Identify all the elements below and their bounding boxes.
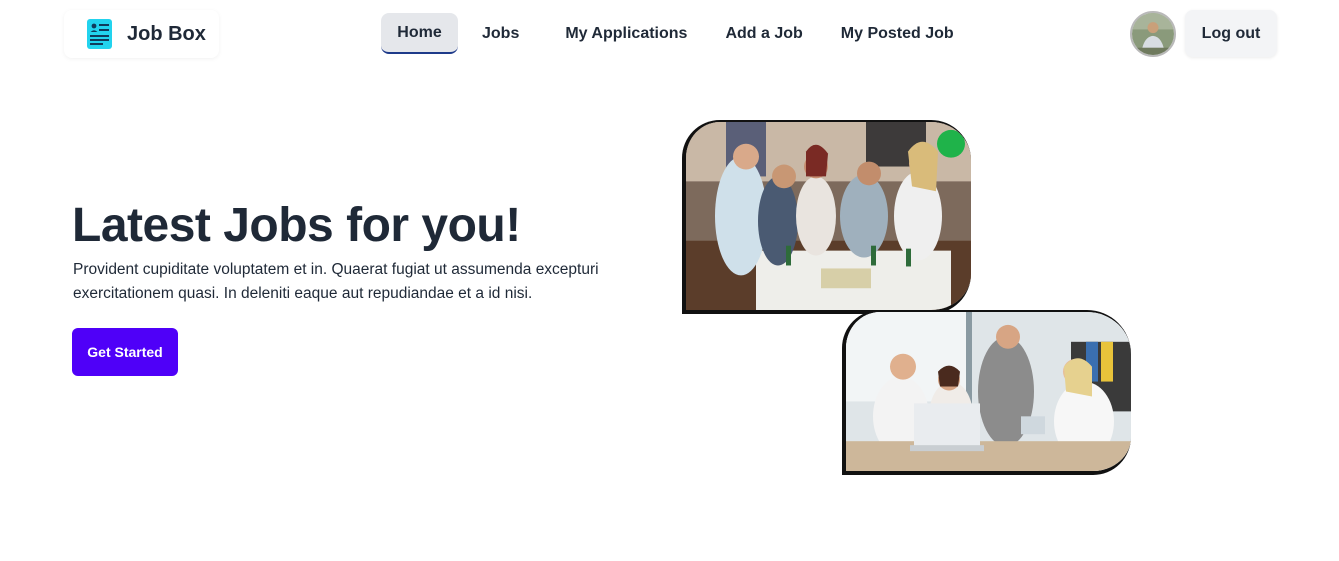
document-icon bbox=[87, 19, 112, 49]
nav-my-applications[interactable]: My Applications bbox=[549, 13, 703, 54]
user-avatar[interactable] bbox=[1130, 11, 1176, 57]
logout-button[interactable]: Log out bbox=[1185, 10, 1277, 57]
avatar-image bbox=[1132, 13, 1174, 55]
nav-jobs[interactable]: Jobs bbox=[466, 13, 535, 54]
hero-title: Latest Jobs for you! bbox=[72, 199, 521, 252]
main-nav: Home Jobs My Applications Add a Job My P… bbox=[381, 13, 978, 54]
brand-name: Job Box bbox=[127, 22, 206, 45]
hero-description: Provident cupiditate voluptatem et in. Q… bbox=[73, 261, 599, 302]
nav-add-a-job[interactable]: Add a Job bbox=[709, 13, 818, 54]
group-of-friends-playing-game-photo bbox=[682, 120, 971, 314]
get-started-button[interactable]: Get Started bbox=[72, 328, 178, 376]
navbar: Job Box Home Jobs My Applications Add a … bbox=[0, 0, 1339, 70]
nav-home[interactable]: Home bbox=[381, 13, 458, 54]
brand-logo[interactable]: Job Box bbox=[64, 10, 219, 58]
office-team-meeting-photo bbox=[842, 310, 1131, 475]
nav-my-posted-job[interactable]: My Posted Job bbox=[825, 13, 970, 54]
